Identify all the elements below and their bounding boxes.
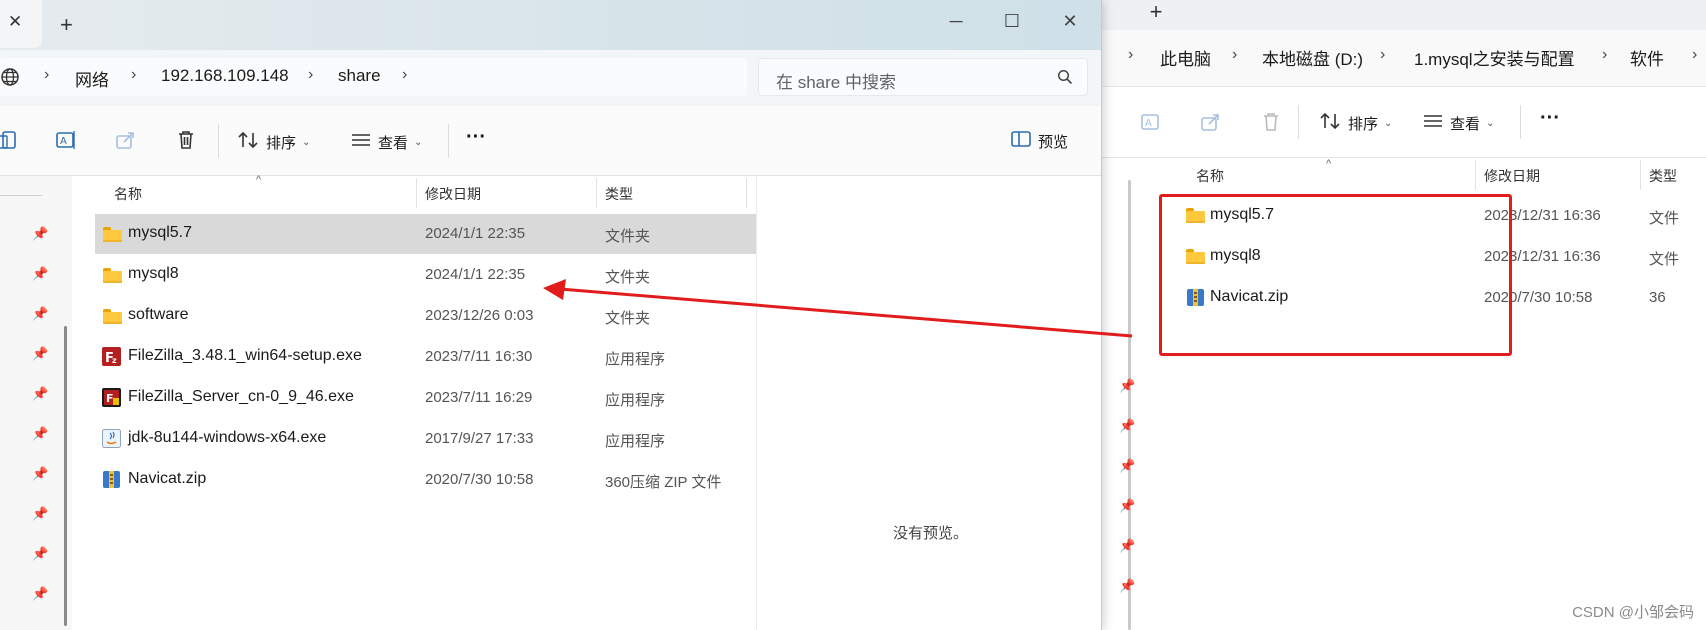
annotation-highlight-box (1159, 194, 1512, 356)
watermark: CSDN @小邹会码 (1572, 604, 1694, 621)
